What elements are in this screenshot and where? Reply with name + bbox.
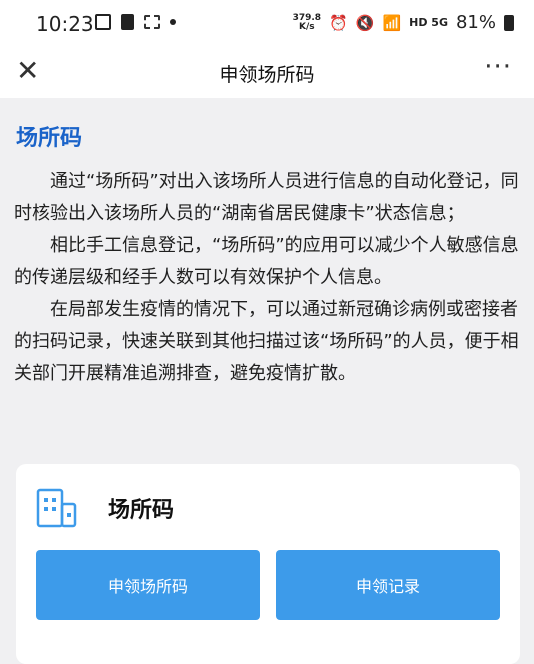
apply-venue-code-button[interactable]: 申领场所码	[36, 550, 260, 620]
alarm-icon: ⏰	[329, 13, 348, 32]
notification-dot-icon	[170, 19, 176, 25]
wifi-icon: 📶	[382, 13, 402, 32]
screenshot-icon	[144, 15, 160, 29]
status-time: 10:23	[36, 12, 94, 36]
status-bar: 10:23 379.8 K/s ⏰ 🔇 📶 HD 5G 81%	[0, 0, 534, 48]
more-icon[interactable]: ···	[484, 52, 512, 82]
battery-icon	[504, 14, 514, 31]
application-record-button[interactable]: 申领记录	[276, 550, 500, 620]
status-system-icons: 379.8 K/s ⏰ 🔇 📶 HD 5G 81%	[293, 12, 514, 33]
card-title: 场所码	[108, 498, 175, 523]
nav-bar: ✕ 申领场所码 ···	[0, 48, 534, 98]
gallery-icon	[95, 14, 111, 30]
intro-text: 通过“场所码”对出入该场所人员进行信息的自动化登记，同时核验出入该场所人员的“湖…	[14, 166, 520, 390]
mute-icon: 🔇	[355, 13, 375, 32]
shopping-bag-icon	[121, 14, 134, 30]
intro-paragraph: 在局部发生疫情的情况下，可以通过新冠确诊病例或密接者的扫码记录，快速关联到其他扫…	[14, 299, 519, 384]
network-speed: 379.8 K/s	[293, 13, 321, 32]
section-title: 场所码	[16, 126, 83, 151]
venue-code-card: 场所码 申领场所码 申领记录	[16, 464, 520, 664]
intro-paragraph: 相比手工信息登记，“场所码”的应用可以减少个人敏感信息的传递层级和经手人数可以有…	[14, 235, 519, 288]
building-icon	[36, 488, 77, 528]
network-type: HD 5G	[409, 16, 448, 29]
intro-paragraph: 通过“场所码”对出入该场所人员进行信息的自动化登记，同时核验出入该场所人员的“湖…	[14, 171, 519, 224]
page-title: 申领场所码	[219, 64, 315, 86]
battery-level: 81%	[455, 12, 496, 33]
speed-unit: K/s	[299, 21, 315, 32]
status-notification-icons	[95, 14, 176, 30]
